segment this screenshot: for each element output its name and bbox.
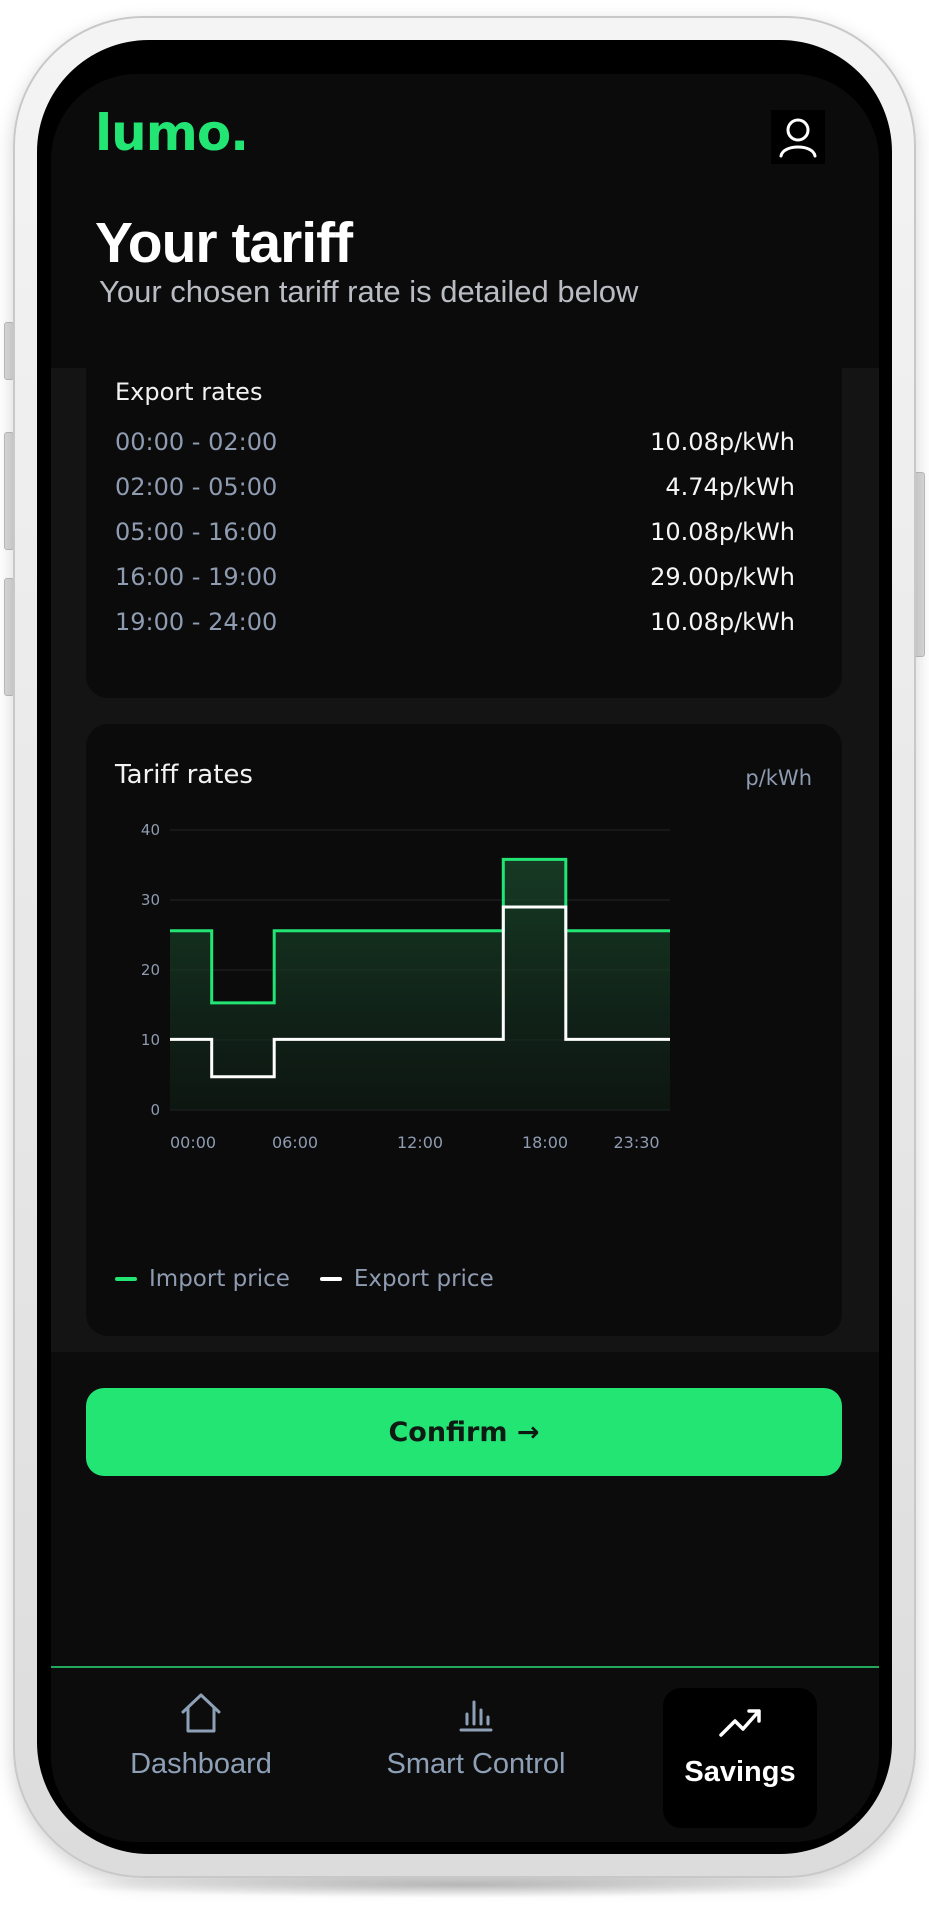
rate-value: 4.74p/kWh bbox=[665, 473, 795, 501]
tariff-rates-card: Tariff rates p/kWh 0 10 20 30 40 00:00 06:00 12… bbox=[86, 724, 842, 1336]
export-rates-card: Export rates 00:00 - 02:00 10.08p/kWh 02… bbox=[86, 368, 842, 698]
x-tick-label: 23:30 bbox=[613, 1133, 659, 1152]
chart-units-label: p/kWh bbox=[745, 766, 812, 790]
tab-smart-control[interactable]: Smart Control bbox=[371, 1688, 581, 1818]
y-tick-label: 10 bbox=[141, 1031, 160, 1049]
content-panel: Export rates 00:00 - 02:00 10.08p/kWh 02… bbox=[51, 368, 879, 1476]
page-subtitle: Your chosen tariff rate is detailed belo… bbox=[99, 274, 639, 309]
tab-label: Savings bbox=[684, 1756, 796, 1788]
tab-dashboard[interactable]: Dashboard bbox=[111, 1688, 291, 1818]
y-tick-label: 30 bbox=[141, 891, 160, 909]
lumo-logo[interactable]: lumo. bbox=[95, 104, 249, 162]
rate-value: 10.08p/kWh bbox=[650, 518, 795, 546]
rate-value: 10.08p/kWh bbox=[650, 428, 795, 456]
rate-value: 29.00p/kWh bbox=[650, 563, 795, 591]
page-title: Your tariff bbox=[95, 211, 353, 275]
bar-chart-icon bbox=[453, 1688, 499, 1738]
y-tick-label: 0 bbox=[150, 1101, 160, 1119]
legend-swatch bbox=[115, 1277, 137, 1281]
tariff-rates-title: Tariff rates bbox=[115, 760, 253, 790]
rate-time: 16:00 - 19:00 bbox=[115, 563, 278, 591]
trending-up-icon bbox=[717, 1696, 763, 1746]
rate-row: 02:00 - 05:00 4.74p/kWh bbox=[115, 473, 795, 507]
rate-row: 19:00 - 24:00 10.08p/kWh bbox=[115, 608, 795, 642]
app-screen: lumo. Your tariff Your chosen tariff rat… bbox=[51, 74, 879, 1842]
legend-swatch bbox=[319, 1277, 342, 1281]
series-area-import-price bbox=[170, 859, 670, 1110]
rate-value: 10.08p/kWh bbox=[650, 608, 795, 636]
legend-label: Export price bbox=[353, 1266, 494, 1292]
legend-item-import: Import price bbox=[115, 1266, 290, 1292]
x-tick-label: 12:00 bbox=[397, 1133, 443, 1152]
tab-savings[interactable]: Savings bbox=[663, 1688, 817, 1828]
rate-time: 19:00 - 24:00 bbox=[115, 608, 278, 636]
user-icon bbox=[779, 118, 817, 158]
x-tick-label: 00:00 bbox=[170, 1133, 216, 1152]
x-tick-label: 06:00 bbox=[272, 1133, 318, 1152]
y-tick-label: 40 bbox=[141, 821, 160, 839]
chart-legend: Import price Export price bbox=[115, 1264, 524, 1294]
rate-row: 00:00 - 02:00 10.08p/kWh bbox=[115, 428, 795, 462]
legend-item-export: Export price bbox=[319, 1266, 494, 1292]
bottom-tab-bar: Dashboard Smart Control Savings bbox=[51, 1668, 879, 1842]
rate-row: 05:00 - 16:00 10.08p/kWh bbox=[115, 518, 795, 552]
tab-label: Dashboard bbox=[130, 1748, 272, 1780]
profile-button[interactable] bbox=[771, 110, 825, 164]
rate-time: 00:00 - 02:00 bbox=[115, 428, 278, 456]
x-tick-label: 18:00 bbox=[522, 1133, 568, 1152]
export-rates-title: Export rates bbox=[115, 378, 263, 406]
tab-label: Smart Control bbox=[386, 1748, 566, 1780]
rate-time: 05:00 - 16:00 bbox=[115, 518, 278, 546]
y-tick-label: 20 bbox=[141, 961, 160, 979]
tariff-chart: 0 10 20 30 40 00:00 06:00 12:00 18:00 23:30 bbox=[141, 821, 670, 1152]
rate-time: 02:00 - 05:00 bbox=[115, 473, 278, 501]
home-icon bbox=[178, 1688, 224, 1738]
legend-label: Import price bbox=[149, 1266, 290, 1292]
confirm-button[interactable]: Confirm → bbox=[86, 1388, 842, 1476]
rate-row: 16:00 - 19:00 29.00p/kWh bbox=[115, 563, 795, 597]
